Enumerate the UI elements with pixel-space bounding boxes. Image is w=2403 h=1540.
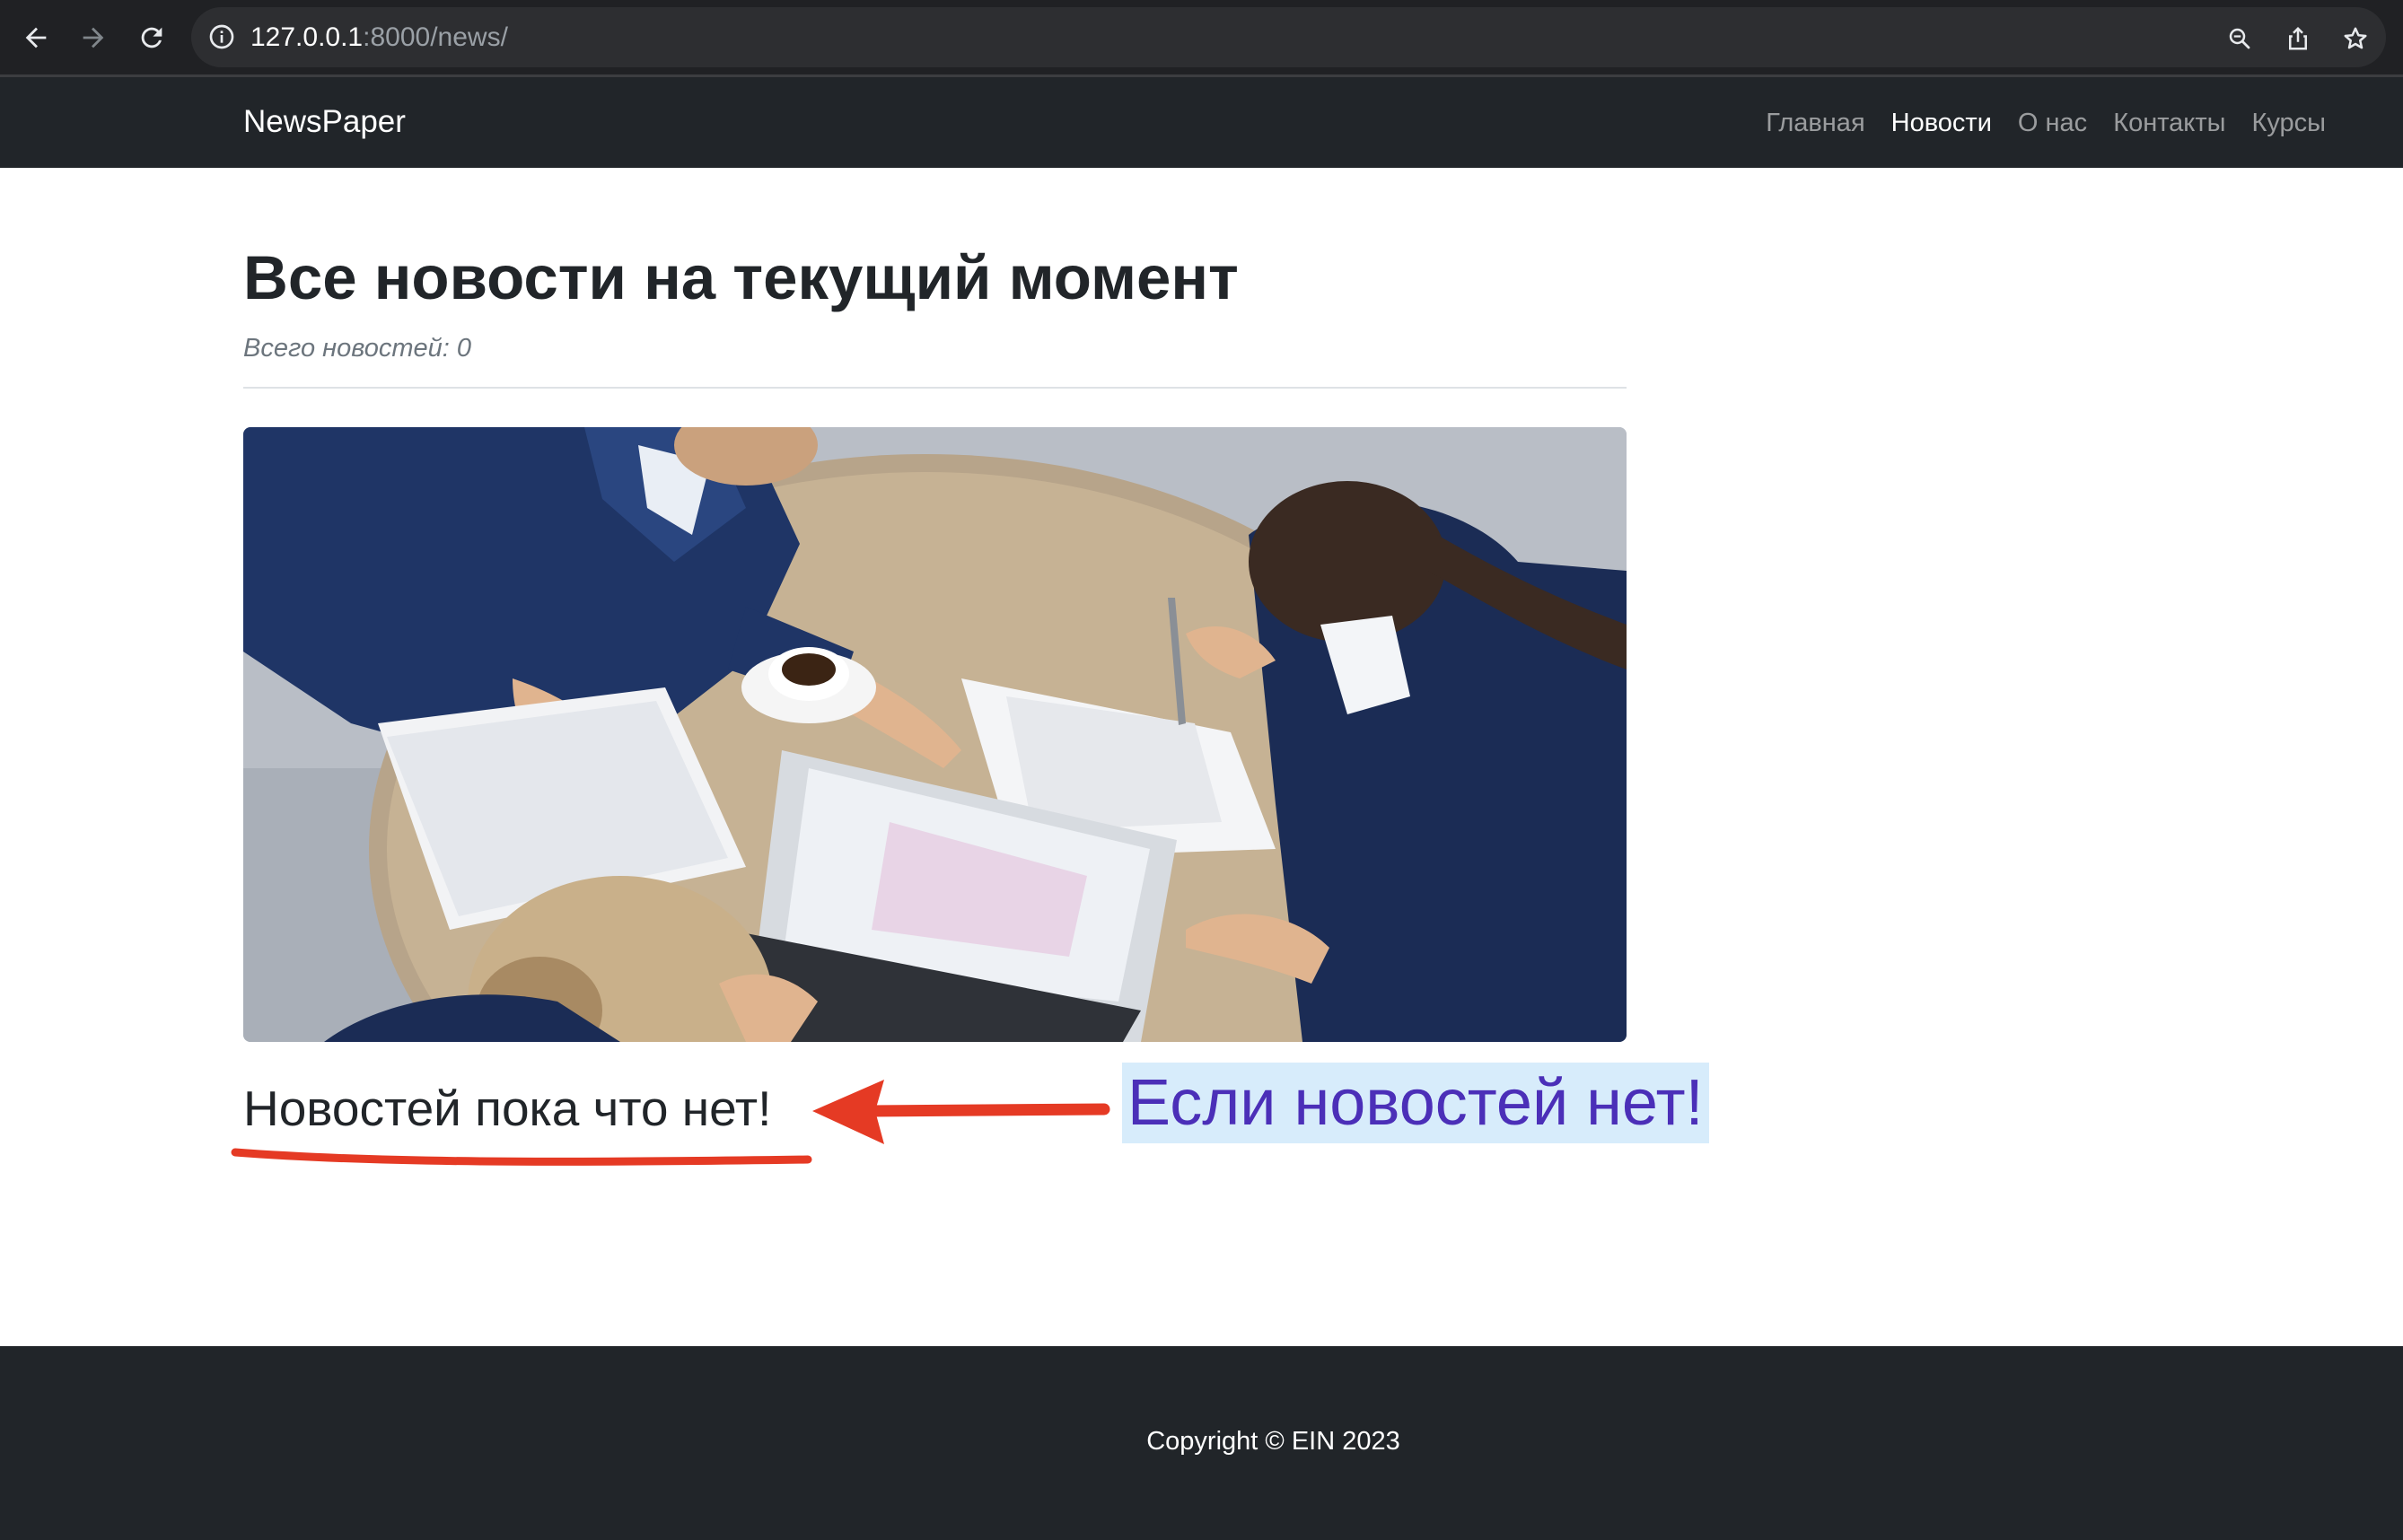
site-footer: Copyright © EIN 2023 [0, 1346, 2403, 1540]
address-bar[interactable]: 127.0.0.1:8000/news/ [191, 7, 2386, 67]
zoom-icon[interactable] [2226, 25, 2253, 52]
arrow-head [812, 1080, 884, 1144]
back-arrow-icon[interactable] [14, 16, 57, 59]
site-navbar: NewsPaper Главная Новости О нас Контакты… [0, 77, 2403, 168]
nav-item-courses[interactable]: Курсы [2251, 106, 2326, 140]
url-host: 127.0.0.1 [250, 22, 364, 52]
star-icon[interactable] [2342, 25, 2369, 52]
page-title: Все новости на текущий момент [243, 243, 1239, 312]
empty-news-message: Новостей пока что нет! [243, 1081, 772, 1136]
nav-item-contacts[interactable]: Контакты [2113, 106, 2225, 140]
forward-arrow-icon[interactable] [72, 16, 115, 59]
annotation-label: Если новостей нет! [1122, 1063, 1709, 1143]
news-count: Всего новостей: 0 [243, 334, 472, 363]
brand-logo[interactable]: NewsPaper [243, 102, 406, 142]
title-divider [243, 387, 1627, 389]
nav-item-news[interactable]: Новости [1891, 106, 1992, 140]
nav-item-about[interactable]: О нас [2018, 106, 2087, 140]
hero-image [243, 427, 1627, 1042]
share-icon[interactable] [2285, 25, 2311, 52]
reload-icon[interactable] [130, 16, 173, 59]
copyright-text: Copyright © EIN 2023 [1146, 1427, 1400, 1456]
nav-item-home[interactable]: Главная [1766, 106, 1864, 140]
underline-mark [231, 1148, 812, 1166]
url-text[interactable]: 127.0.0.1:8000/news/ [250, 22, 508, 53]
main-menu: Главная Новости О нас Контакты Курсы [1766, 106, 2326, 140]
url-path: :8000/news/ [363, 22, 508, 52]
info-icon[interactable] [207, 22, 236, 51]
arrow-shaft [863, 1103, 1110, 1117]
